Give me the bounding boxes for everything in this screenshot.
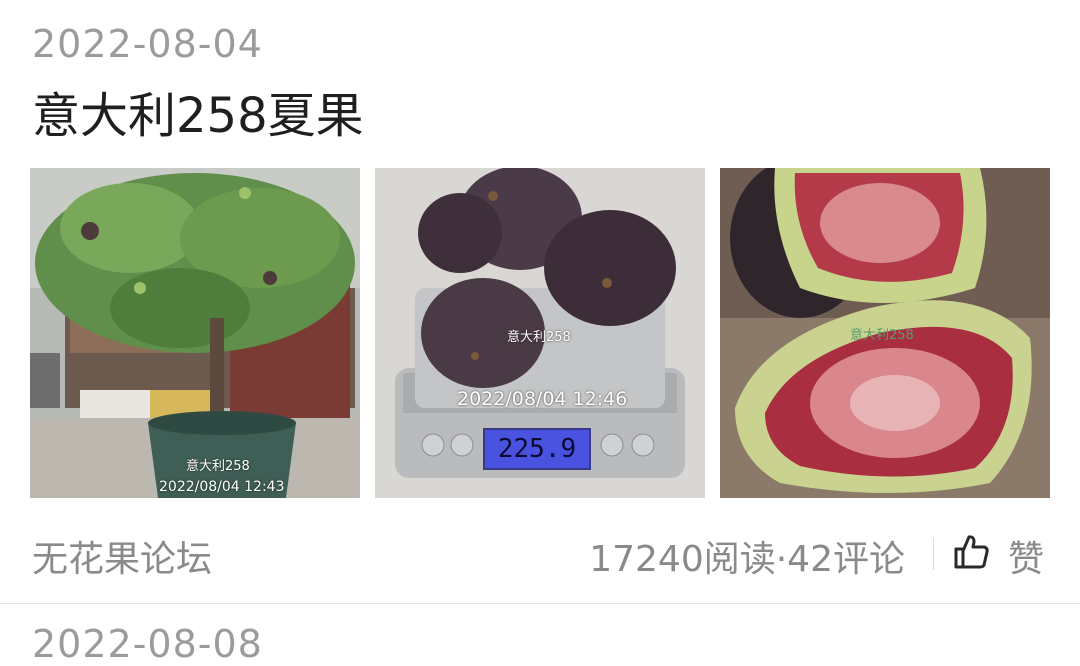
photo-watermark: 意大利258 <box>850 328 914 343</box>
thumbs-up-icon[interactable] <box>952 532 992 572</box>
like-button[interactable]: 赞 <box>1008 530 1044 582</box>
photo-watermark: 意大利258 <box>507 330 571 345</box>
post-footer: 无花果论坛 17240阅读·42评论 赞 <box>0 520 1080 584</box>
next-post-date: 2022-08-08 <box>32 622 263 666</box>
footer-divider <box>933 538 934 570</box>
photo-grid: 意大利258 2022/08/04 12:43 意大利258 2022/08/0… <box>30 168 1050 498</box>
photo-figs-on-scale[interactable]: 意大利258 2022/08/04 12:46 225.9 <box>375 168 705 498</box>
scale-display: 225.9 <box>483 428 591 470</box>
post-divider <box>0 603 1080 604</box>
photo-fig-tree[interactable]: 意大利258 2022/08/04 12:43 <box>30 168 360 498</box>
photo-halved-figs[interactable]: 意大利258 <box>720 168 1050 498</box>
post-title[interactable]: 意大利258夏果 <box>32 76 364 146</box>
photo-timestamp: 2022/08/04 12:46 <box>457 388 628 410</box>
post-source[interactable]: 无花果论坛 <box>32 530 212 582</box>
photo-watermark: 意大利258 <box>186 459 250 474</box>
post-stats: 17240阅读·42评论 <box>589 539 905 580</box>
photo-timestamp: 2022/08/04 12:43 <box>159 479 285 495</box>
post-date: 2022-08-04 <box>32 22 263 66</box>
